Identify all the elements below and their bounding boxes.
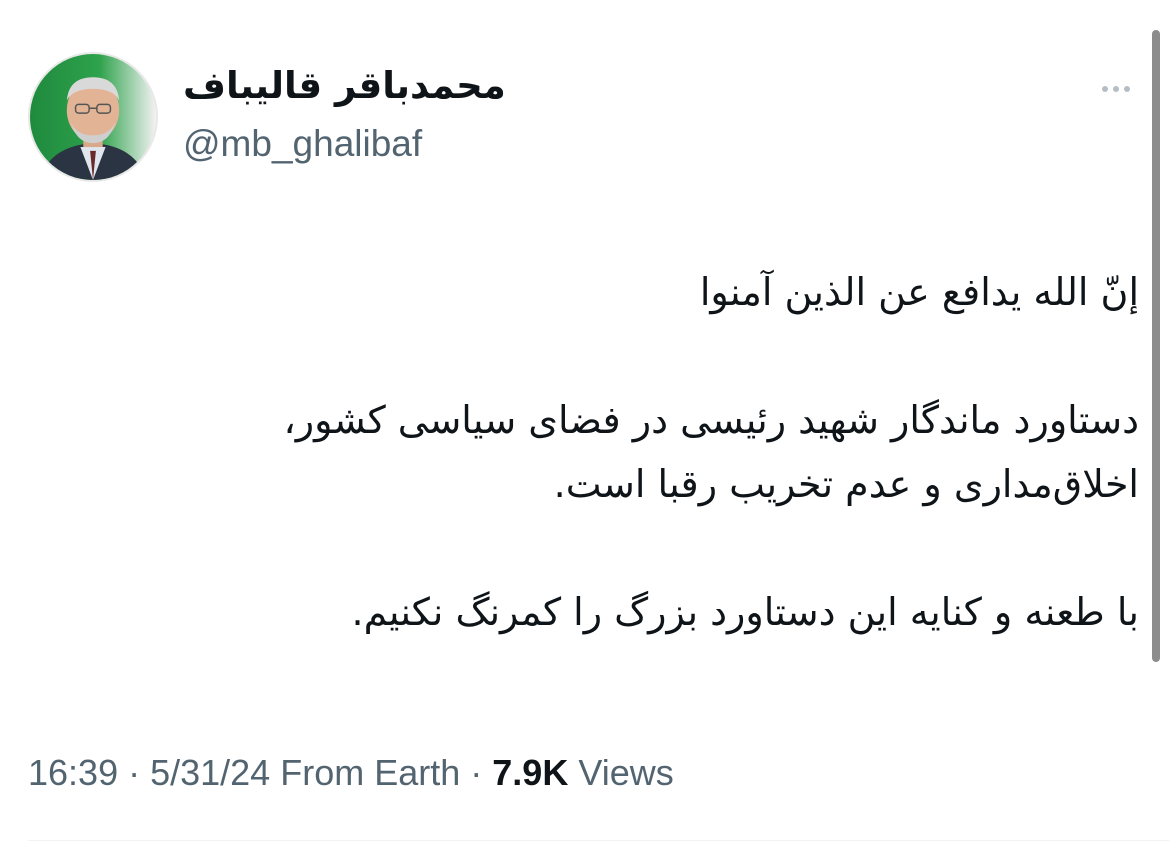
more-horizontal-icon <box>1102 86 1108 92</box>
tweet-line: دستاورد ماندگار شهید رئیسی در فضای سیاسی… <box>283 398 1139 442</box>
author-handle[interactable]: @mb_ghalibaf <box>183 122 422 166</box>
views-label: Views <box>578 752 674 793</box>
author-display-name[interactable]: محمدباقر قالیباف <box>183 64 506 108</box>
separator: · <box>460 752 493 793</box>
views-count[interactable]: 7.9K <box>492 752 568 793</box>
scrollbar[interactable] <box>1152 30 1160 662</box>
tweet-line: اخلاق‌مداری و عدم تخریب رقبا است. <box>553 462 1139 506</box>
tweet-line: با طعنه و کنایه این دستاورد بزرگ را کمرن… <box>351 590 1140 634</box>
more-options-button[interactable] <box>1090 74 1142 104</box>
tweet-source: From Earth <box>280 752 461 793</box>
tweet-time[interactable]: 16:39 <box>28 752 118 793</box>
avatar[interactable] <box>28 52 158 182</box>
more-horizontal-icon <box>1113 86 1119 92</box>
separator: · <box>118 752 151 793</box>
tweet-text: إنّ الله يدافع عن الذين آمنوا دستاورد ما… <box>79 260 1139 644</box>
divider <box>28 840 1169 841</box>
tweet-date[interactable]: 5/31/24 <box>150 752 270 793</box>
profile-photo <box>30 54 156 180</box>
more-horizontal-icon <box>1124 86 1130 92</box>
tweet-metadata: 16:39 · 5/31/24 From Earth · 7.9K Views <box>28 752 674 794</box>
tweet-line: إنّ الله يدافع عن الذين آمنوا <box>699 270 1139 314</box>
